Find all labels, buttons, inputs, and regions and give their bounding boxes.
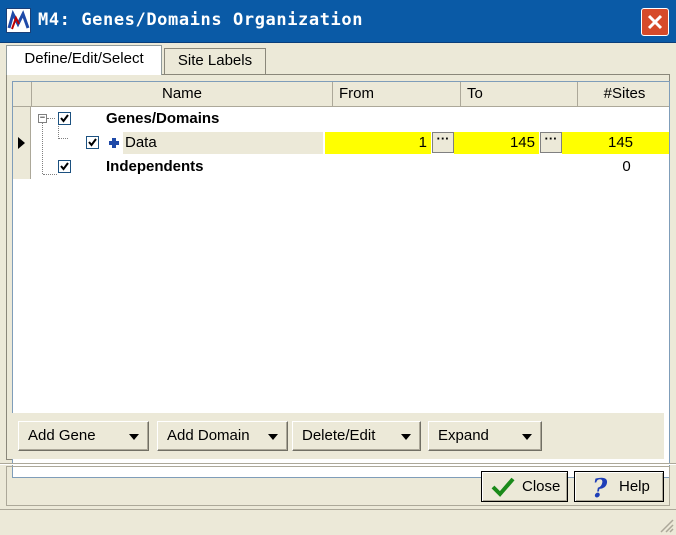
add-gene-button[interactable]: Add Gene xyxy=(18,421,149,451)
column-header-name[interactable]: Name xyxy=(32,82,333,106)
delete-edit-button[interactable]: Delete/Edit xyxy=(292,421,421,451)
column-header-from[interactable]: From xyxy=(333,82,461,106)
tab-define-edit-select[interactable]: Define/Edit/Select xyxy=(6,45,162,75)
table-row[interactable]: Data 1 ··· 145 ··· 145 xyxy=(13,131,669,155)
add-domain-button[interactable]: Add Domain xyxy=(157,421,288,451)
domain-marker-icon xyxy=(109,138,119,148)
help-label: Help xyxy=(619,478,650,495)
chevron-down-icon xyxy=(268,434,278,440)
expand-button[interactable]: Expand xyxy=(428,421,542,451)
collapse-icon[interactable]: − xyxy=(38,114,47,123)
grid-header: Name From To #Sites xyxy=(13,82,669,107)
status-bar xyxy=(0,509,676,535)
chevron-down-icon xyxy=(401,434,411,440)
row-name: Genes/Domains xyxy=(106,110,220,127)
tab-panel: Name From To #Sites − Genes/Domains Data… xyxy=(6,74,670,478)
chevron-down-icon xyxy=(129,434,139,440)
help-question-icon: ? xyxy=(592,475,608,500)
from-picker-button[interactable]: ··· xyxy=(432,132,454,153)
close-label: Close xyxy=(522,478,561,495)
mega-logo-icon[interactable] xyxy=(6,8,31,33)
help-button[interactable]: ? Help xyxy=(574,471,664,502)
window-title: M4: Genes/Domains Organization xyxy=(38,10,364,30)
current-row-indicator xyxy=(13,131,31,155)
add-domain-label: Add Domain xyxy=(167,427,250,444)
close-button[interactable]: Close xyxy=(481,471,568,502)
separator xyxy=(0,463,676,465)
sites-value: 145 xyxy=(562,132,669,154)
table-row[interactable]: − Genes/Domains xyxy=(13,107,669,131)
row-name[interactable]: Data xyxy=(123,132,323,154)
from-value[interactable]: 1 xyxy=(325,132,431,154)
row-indicator xyxy=(13,107,31,131)
svg-text:?: ? xyxy=(592,475,608,500)
resize-grip-icon[interactable] xyxy=(658,517,674,533)
add-gene-label: Add Gene xyxy=(28,427,96,444)
action-bar: Close ? Help xyxy=(6,466,670,506)
close-icon[interactable] xyxy=(641,8,669,36)
table-row[interactable]: Independents 0 xyxy=(13,155,669,179)
current-row-arrow-icon xyxy=(18,137,25,149)
checkmark-icon xyxy=(491,477,515,497)
row-indicator xyxy=(13,155,31,179)
tab-site-labels[interactable]: Site Labels xyxy=(164,48,266,74)
row-name: Independents xyxy=(106,158,204,175)
delete-edit-label: Delete/Edit xyxy=(302,427,376,444)
to-picker-button[interactable]: ··· xyxy=(540,132,562,153)
sites-value: 0 xyxy=(622,158,631,175)
chevron-down-icon xyxy=(522,434,532,440)
data-checkbox[interactable] xyxy=(86,136,99,149)
header-indicator xyxy=(13,82,32,106)
column-header-to[interactable]: To xyxy=(461,82,578,106)
column-header-sites[interactable]: #Sites xyxy=(578,82,669,106)
expand-label: Expand xyxy=(438,427,489,444)
grid-toolbar: Add Gene Add Domain Delete/Edit Expand xyxy=(12,413,664,459)
title-bar: M4: Genes/Domains Organization xyxy=(0,0,676,43)
genes-domains-checkbox[interactable] xyxy=(58,112,71,125)
independents-checkbox[interactable] xyxy=(58,160,71,173)
to-value[interactable]: 145 xyxy=(454,132,539,154)
